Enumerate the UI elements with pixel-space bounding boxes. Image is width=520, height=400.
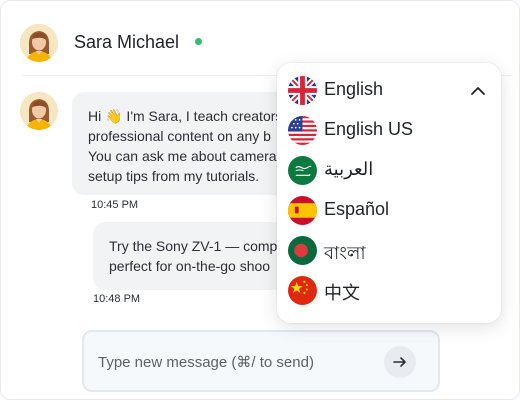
bangladesh-flag-icon	[288, 236, 317, 265]
message-composer	[82, 330, 440, 392]
language-option-chinese[interactable]: 中文	[277, 270, 501, 310]
message-timestamp: 10:48 PM	[93, 293, 141, 305]
message-timestamp: 10:45 PM	[91, 199, 139, 211]
avatar[interactable]	[20, 24, 58, 62]
language-option-arabic[interactable]: العربية	[277, 150, 501, 190]
arrow-right-icon	[393, 357, 406, 367]
language-dropdown: English English US العربية Español বাংলা…	[277, 63, 501, 323]
language-label: العربية	[324, 159, 374, 179]
language-label: বাংলা	[324, 243, 366, 263]
message-input[interactable]	[98, 350, 378, 374]
language-option-english[interactable]: English	[277, 70, 501, 110]
saudi-flag-icon	[288, 156, 317, 185]
contact-name: Sara Michael	[74, 32, 180, 52]
spain-flag-icon	[288, 196, 317, 225]
language-option-spanish[interactable]: Español	[277, 190, 501, 230]
message-avatar	[20, 92, 58, 130]
chevron-up-icon[interactable]	[469, 82, 487, 100]
language-label: English US	[324, 119, 414, 139]
send-button[interactable]	[384, 346, 416, 378]
china-flag-icon	[288, 276, 317, 305]
chat-window: Sara Michael Hi 👋 I'm Sara, I teach crea…	[0, 0, 520, 400]
us-flag-icon	[288, 116, 317, 145]
uk-flag-icon	[288, 76, 317, 105]
language-label: 中文	[324, 283, 360, 303]
language-option-bengali[interactable]: বাংলা	[277, 230, 501, 270]
language-option-english-us[interactable]: English US	[277, 110, 501, 150]
language-label: Español	[324, 199, 390, 219]
online-status-dot	[195, 38, 202, 45]
language-label: English	[324, 79, 384, 99]
